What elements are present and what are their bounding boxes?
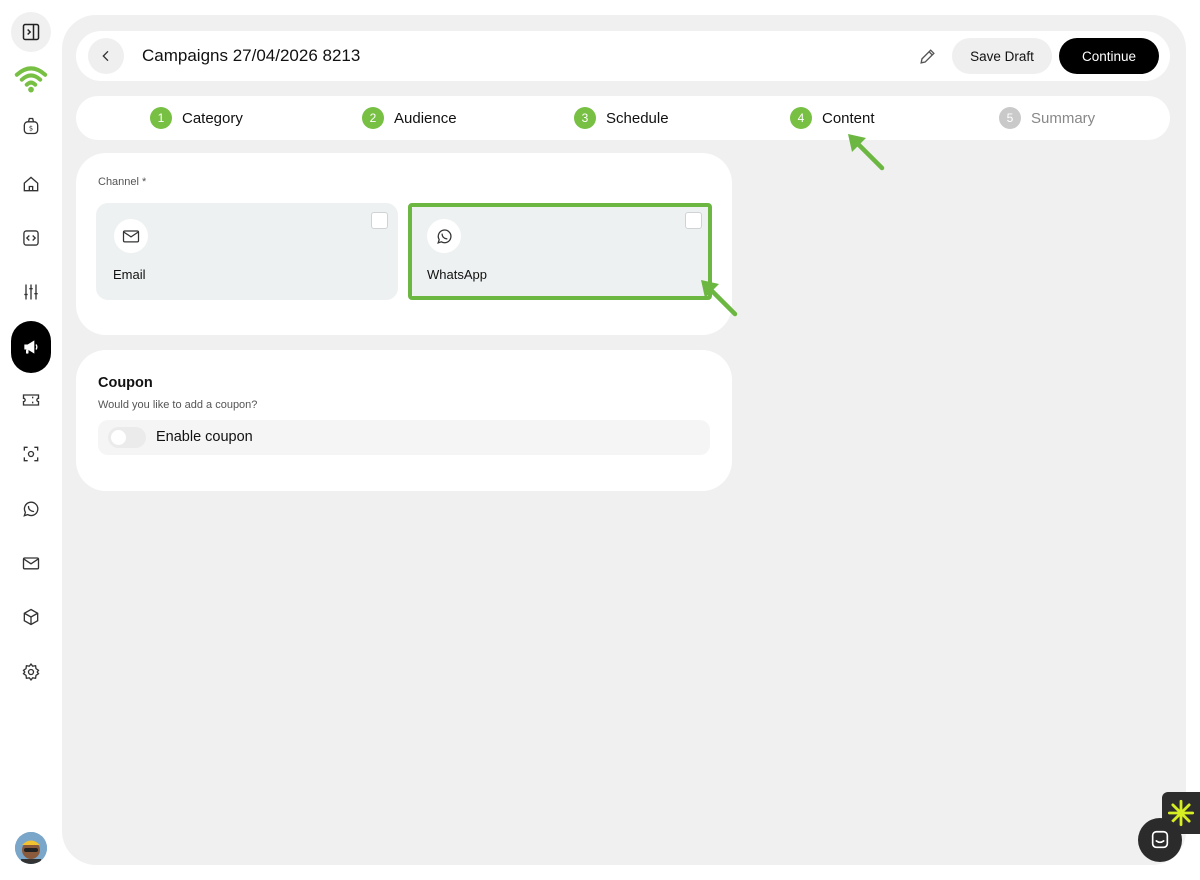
main-panel: Campaigns 27/04/2026 8213 Save Draft Con… bbox=[62, 15, 1186, 865]
settings-icon[interactable] bbox=[11, 652, 51, 692]
step-number: 1 bbox=[150, 107, 172, 129]
code-icon[interactable] bbox=[11, 218, 51, 258]
avatar[interactable] bbox=[15, 832, 47, 864]
step-label: Category bbox=[182, 109, 243, 127]
chat-icon bbox=[1151, 830, 1169, 849]
mail-icon bbox=[114, 219, 148, 253]
top-bar: Campaigns 27/04/2026 8213 Save Draft Con… bbox=[76, 31, 1170, 81]
step-label: Summary bbox=[1031, 109, 1096, 127]
back-button[interactable] bbox=[88, 38, 124, 74]
sidebar-toggle-icon[interactable] bbox=[11, 12, 51, 52]
brand-logo-icon[interactable] bbox=[11, 59, 51, 99]
billing-icon[interactable]: $ bbox=[11, 106, 51, 146]
step-schedule[interactable]: 3 Schedule bbox=[574, 107, 669, 129]
step-label: Audience bbox=[394, 109, 457, 127]
channel-checkbox-email[interactable] bbox=[371, 212, 388, 229]
home-icon[interactable] bbox=[11, 164, 51, 204]
channel-option-label: Email bbox=[113, 267, 146, 282]
channel-card: Channel * Email WhatsApp bbox=[76, 153, 732, 335]
save-draft-button[interactable]: Save Draft bbox=[952, 38, 1052, 74]
step-label: Content bbox=[822, 109, 875, 127]
enable-coupon-label: Enable coupon bbox=[156, 429, 253, 445]
channel-option-label: WhatsApp bbox=[427, 267, 487, 282]
sliders-icon[interactable] bbox=[11, 272, 51, 312]
step-number: 5 bbox=[999, 107, 1021, 129]
megaphone-icon[interactable] bbox=[11, 321, 51, 373]
pencil-icon bbox=[919, 48, 935, 64]
chat-widget-button[interactable] bbox=[1138, 818, 1182, 862]
coupon-subtitle: Would you like to add a coupon? bbox=[98, 399, 258, 411]
mail-icon[interactable] bbox=[11, 543, 51, 583]
step-number: 4 bbox=[790, 107, 812, 129]
step-number: 2 bbox=[362, 107, 384, 129]
channel-label: Channel * bbox=[98, 176, 147, 188]
coupon-card: Coupon Would you like to add a coupon? E… bbox=[76, 350, 732, 491]
enable-coupon-toggle[interactable] bbox=[108, 427, 146, 448]
page-title: Campaigns 27/04/2026 8213 bbox=[142, 46, 361, 65]
ticket-icon[interactable] bbox=[11, 380, 51, 420]
step-number: 3 bbox=[574, 107, 596, 129]
box-icon[interactable] bbox=[11, 597, 51, 637]
sidebar: $ bbox=[0, 0, 62, 880]
step-summary[interactable]: 5 Summary bbox=[999, 107, 1095, 129]
toggle-knob bbox=[111, 430, 126, 445]
whatsapp-icon bbox=[427, 219, 461, 253]
continue-button[interactable]: Continue bbox=[1059, 38, 1159, 74]
channel-checkbox-whatsapp[interactable] bbox=[685, 212, 702, 229]
step-content[interactable]: 4 Content bbox=[790, 107, 875, 129]
channel-option-whatsapp[interactable]: WhatsApp bbox=[410, 203, 712, 300]
coupon-title: Coupon bbox=[98, 375, 153, 391]
edit-title-button[interactable] bbox=[915, 44, 939, 68]
step-category[interactable]: 1 Category bbox=[150, 107, 243, 129]
channel-option-email[interactable]: Email bbox=[96, 203, 398, 300]
step-label: Schedule bbox=[606, 109, 669, 127]
svg-text:$: $ bbox=[29, 125, 33, 133]
chevron-left-icon bbox=[102, 50, 109, 62]
step-audience[interactable]: 2 Audience bbox=[362, 107, 457, 129]
scan-icon[interactable] bbox=[11, 434, 51, 474]
enable-coupon-row[interactable]: Enable coupon bbox=[98, 420, 710, 455]
whatsapp-icon[interactable] bbox=[11, 489, 51, 529]
stepper: 1 Category 2 Audience 3 Schedule 4 Conte… bbox=[76, 96, 1170, 140]
